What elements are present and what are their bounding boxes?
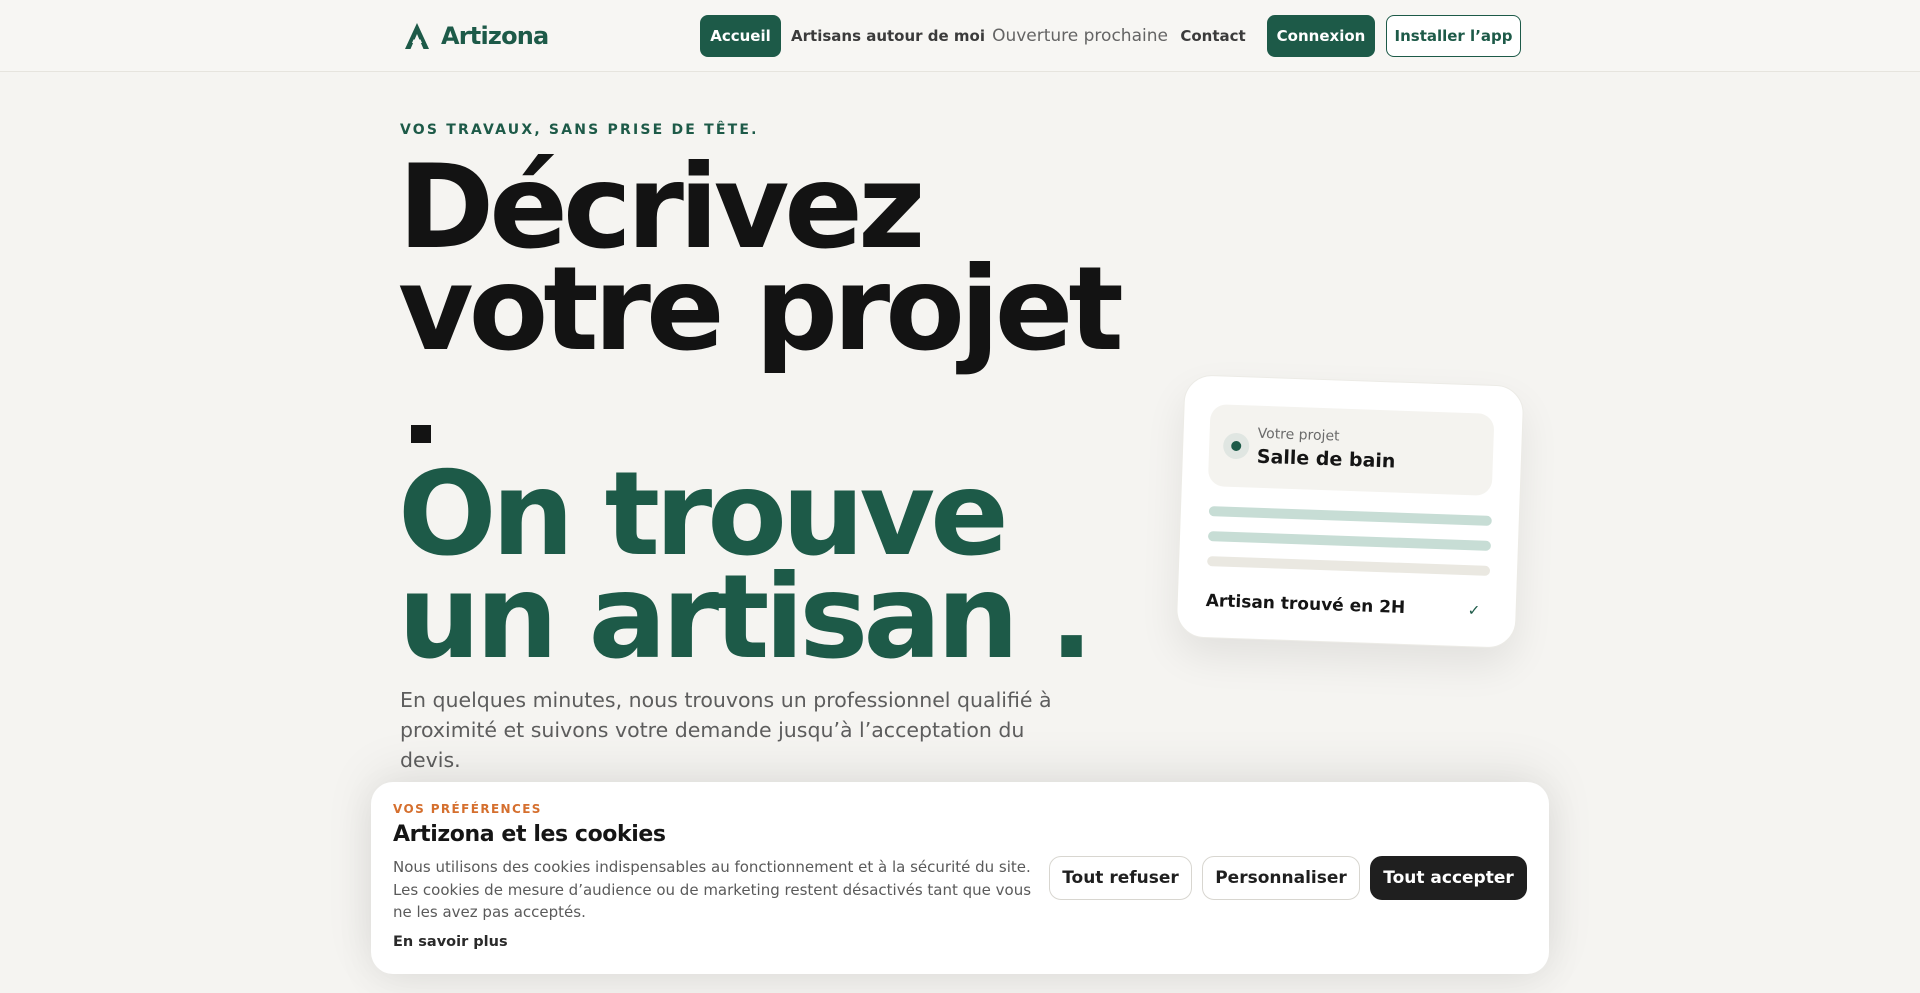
cookie-title: Artizona et les cookies [393, 822, 666, 847]
nav-contact[interactable]: Contact [1180, 15, 1245, 57]
nav-ouverture-prochaine[interactable]: Ouverture prochaine [992, 15, 1168, 57]
project-label: Votre projet [1257, 425, 1340, 445]
site-header: Artizona Accueil Artisans autour de moi … [0, 0, 1920, 72]
cookie-eyebrow: VOS PRÉFÉRENCES [393, 802, 542, 816]
project-summary: Votre projet Salle de bain [1207, 404, 1495, 496]
brand-name: Artizona [441, 22, 549, 50]
cookie-description: Nous utilisons des cookies indispensable… [393, 858, 1032, 921]
hero-title-line-2: votre projet [398, 242, 1124, 377]
placeholder-bar [1208, 506, 1492, 526]
customize-button[interactable]: Personnaliser [1202, 856, 1360, 900]
accept-all-button[interactable]: Tout accepter [1370, 856, 1527, 900]
checkmark-icon: ✓ [1467, 601, 1481, 620]
project-title: Salle de bain [1256, 445, 1396, 473]
hero-description: En quelques minutes, nous trouvons un pr… [400, 688, 1052, 772]
hero-title-line-4: un artisan . [398, 550, 1094, 685]
project-card: Votre projet Salle de bain Artisan trouv… [1175, 374, 1525, 649]
learn-more-link[interactable]: En savoir plus [393, 934, 508, 950]
nav-artisans-autour[interactable]: Artisans autour de moi [791, 15, 985, 57]
login-button[interactable]: Connexion [1267, 15, 1375, 57]
brand-logo[interactable]: Artizona [403, 20, 549, 52]
artisan-found-text: Artisan trouvé en 2H [1205, 591, 1406, 618]
install-app-button[interactable]: Installer l’app [1386, 15, 1521, 57]
artizona-a-icon [405, 23, 429, 49]
hero-eyebrow: VOS TRAVAUX, SANS PRISE DE TÊTE. [400, 122, 759, 138]
cookie-banner: VOS PRÉFÉRENCES Artizona et les cookies … [371, 782, 1549, 974]
status-dot-icon [1222, 432, 1250, 460]
refuse-all-button[interactable]: Tout refuser [1049, 856, 1192, 900]
hero-title-period [411, 425, 431, 443]
nav-accueil[interactable]: Accueil [700, 15, 781, 57]
placeholder-bar [1207, 531, 1492, 551]
placeholder-bar [1207, 556, 1491, 576]
